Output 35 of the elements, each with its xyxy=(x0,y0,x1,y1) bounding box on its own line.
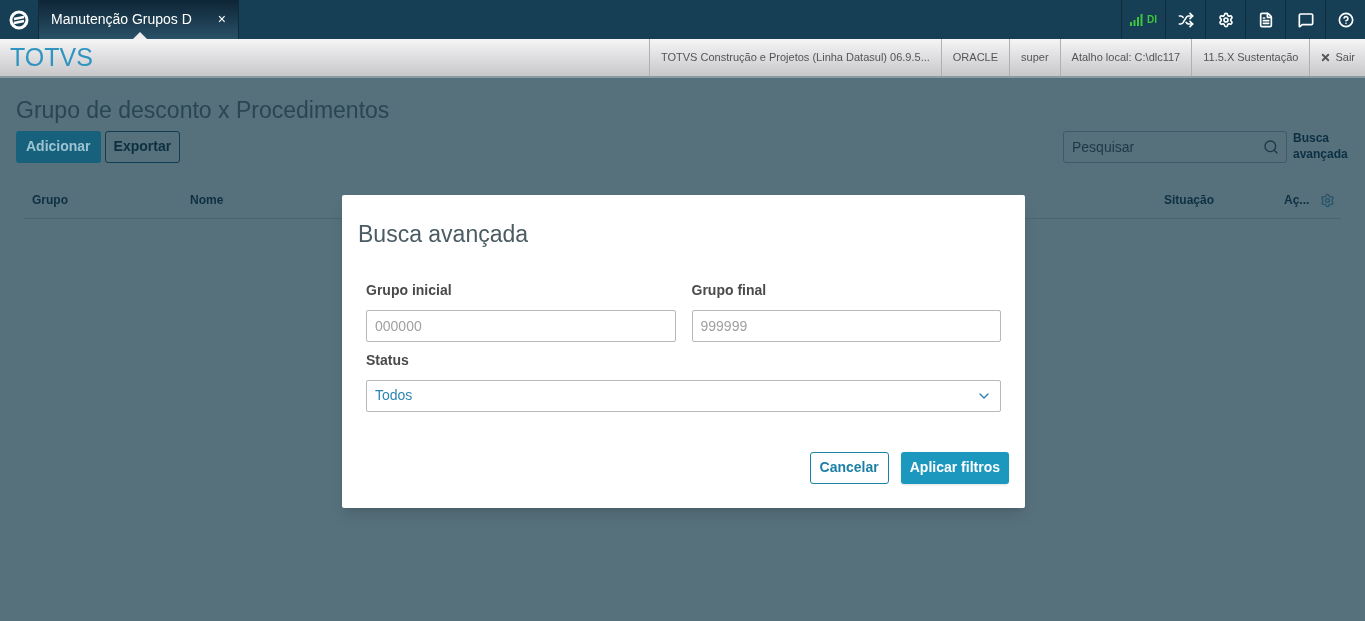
brand-logo: TOTVS xyxy=(9,45,93,70)
field-label: Status xyxy=(366,350,410,370)
column-header: Grupo xyxy=(31,192,69,210)
search-icon xyxy=(1263,138,1279,155)
column-header: Aç... xyxy=(1284,192,1311,210)
status-select[interactable]: Todos xyxy=(366,379,1001,412)
dialog-title: Busca avançada xyxy=(358,220,530,249)
dialog-button[interactable]: Cancelar xyxy=(809,451,889,484)
tab[interactable]: Manutenção Grupos D × xyxy=(39,0,239,39)
action-button[interactable]: Exportar xyxy=(104,130,181,163)
info-item: 11.5.X Sustentação xyxy=(1191,39,1310,76)
search-field[interactable]: Pesquisar xyxy=(1063,130,1287,163)
field-label: Grupo inicial xyxy=(366,280,453,300)
advanced-search-link[interactable]: Busca avançada xyxy=(1293,129,1349,162)
info-item: Atalho local: C:\dlc117 xyxy=(1059,39,1192,76)
help-icon[interactable] xyxy=(1337,11,1354,28)
column-header: Nome xyxy=(190,192,225,210)
document-icon[interactable] xyxy=(1257,11,1274,28)
field-label: Grupo final xyxy=(691,280,768,300)
input-field[interactable]: 000000 xyxy=(366,309,676,342)
logo-icon[interactable] xyxy=(9,9,29,30)
info-item: super xyxy=(1009,39,1060,76)
close-button[interactable]: × xyxy=(217,9,226,30)
connection-label: DI xyxy=(1147,13,1157,27)
logout-button[interactable]: Sair xyxy=(1309,39,1365,76)
close-icon xyxy=(1320,52,1332,63)
input-field[interactable]: 999999 xyxy=(691,309,1001,342)
column-header: Situação xyxy=(1164,192,1215,210)
dialog-button[interactable]: Aplicar filtros xyxy=(900,451,1009,484)
signal-icon xyxy=(1130,13,1143,26)
chat-icon[interactable] xyxy=(1297,11,1314,28)
info-item: TOTVS Construção e Projetos (Linha Datasul) 06.9.5... xyxy=(649,39,941,76)
action-button[interactable]: Adicionar xyxy=(16,130,101,163)
info-item: ORACLE xyxy=(940,39,1010,76)
shuffle-icon[interactable] xyxy=(1177,11,1194,28)
